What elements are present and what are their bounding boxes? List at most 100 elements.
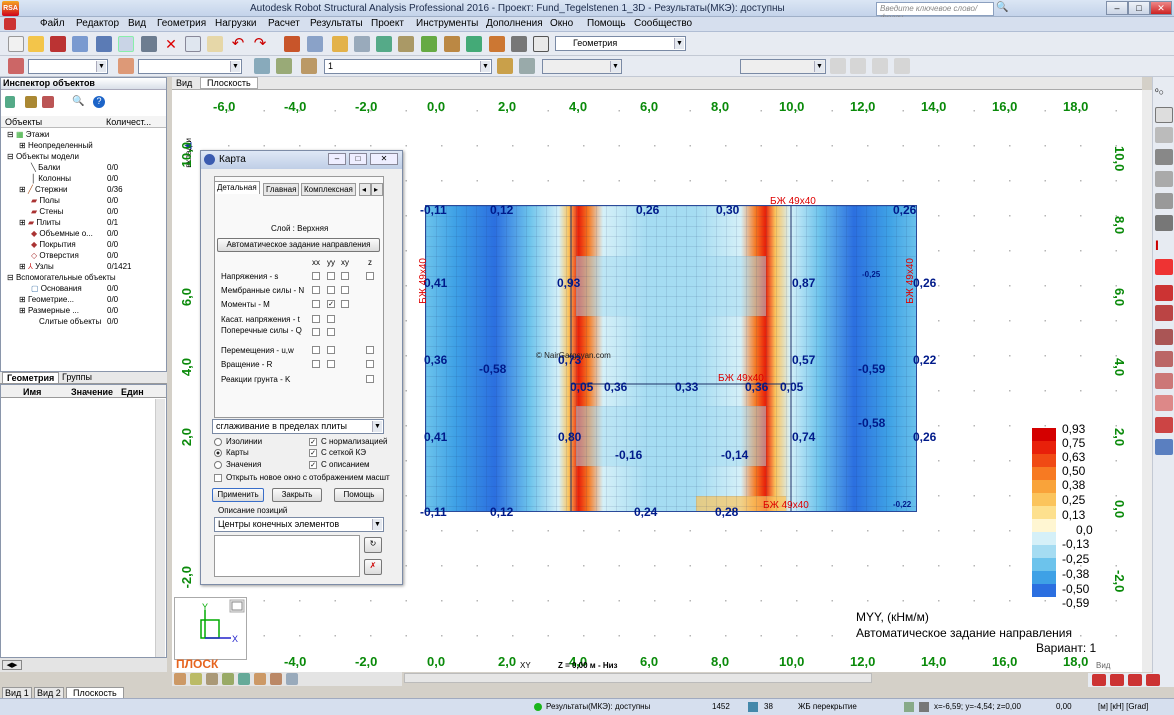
chevron-down-icon[interactable]: ▼ [96, 61, 106, 72]
checkbox[interactable] [341, 286, 349, 294]
load-tool-icon[interactable] [1155, 351, 1173, 367]
tab-view[interactable]: Вид [176, 78, 192, 88]
tree-item[interactable]: ⊞ ▰ Плиты [19, 218, 61, 227]
chevron-down-icon[interactable]: ▼ [814, 61, 824, 72]
menu-project[interactable]: Проект [371, 18, 404, 29]
display-icon[interactable] [830, 58, 846, 74]
menu-edit[interactable]: Редактор [76, 18, 119, 29]
checkbox[interactable] [341, 272, 349, 280]
material-tool-icon[interactable] [1155, 259, 1173, 275]
tree-item[interactable]: ▰ Полы [31, 196, 60, 205]
checkbox-checked[interactable]: ✓ [309, 461, 317, 469]
close-button[interactable]: ✕ [1150, 1, 1172, 15]
offset-tool-icon[interactable] [1155, 329, 1173, 345]
tab-scroll-right-icon[interactable]: ▸ [371, 183, 383, 196]
mesh-tool-icon[interactable] [1155, 417, 1173, 433]
node-tool-icon[interactable]: ⁰○ [1155, 87, 1173, 103]
nav-arrows-icon[interactable]: ◀▶ [2, 660, 22, 670]
checkbox[interactable] [341, 300, 349, 308]
tab-detailed[interactable]: Детальная [214, 181, 260, 194]
view-tool-icon[interactable] [1128, 674, 1142, 686]
close-dialog-button[interactable]: Закрыть [272, 488, 322, 502]
tree-item[interactable]: ◆ Объемные о... [31, 229, 93, 238]
tree-expander-icon[interactable]: ⊟ [7, 152, 14, 161]
tree-item[interactable]: ⊞ ⅄ Узлы [19, 262, 54, 271]
checkbox[interactable] [366, 272, 374, 280]
help-icon[interactable]: ? [93, 96, 105, 108]
vertical-scrollbar[interactable] [1142, 90, 1152, 672]
case-dropdown[interactable]: 1 ▼ [324, 59, 492, 74]
checkbox[interactable] [312, 360, 320, 368]
tree-expander-icon[interactable]: ⊟ [7, 130, 14, 139]
checkbox[interactable] [327, 272, 335, 280]
undo-icon[interactable]: ↶ [230, 36, 246, 52]
bar-tool-icon[interactable] [1155, 107, 1173, 123]
design-icon[interactable] [489, 36, 505, 52]
checkbox[interactable] [327, 346, 335, 354]
radio-isolines[interactable] [214, 438, 222, 446]
view-tool-icon[interactable] [1110, 674, 1124, 686]
positions-dropdown[interactable]: Центры конечных элементов ▼ [214, 517, 384, 532]
view-icon[interactable] [270, 673, 282, 685]
checkbox[interactable] [312, 300, 320, 308]
chevron-down-icon[interactable]: ▼ [372, 519, 382, 530]
checkbox[interactable] [327, 328, 335, 336]
print-icon[interactable] [72, 36, 88, 52]
refresh-icon[interactable]: ↻ [364, 537, 382, 553]
tree-item[interactable]: ⊞ ╱ Стержни [19, 185, 68, 194]
view-icon[interactable] [286, 673, 298, 685]
view-icon[interactable] [238, 673, 250, 685]
chevron-down-icon[interactable]: ▼ [610, 61, 620, 72]
zoom-window-icon[interactable] [376, 36, 392, 52]
section-icon[interactable] [421, 36, 437, 52]
view-tool-icon[interactable] [1146, 674, 1160, 686]
attributes-icon[interactable] [872, 58, 888, 74]
grid-icon[interactable] [894, 58, 910, 74]
zoom-icon[interactable] [354, 36, 370, 52]
release-tool-icon[interactable] [1155, 305, 1173, 321]
tab-groups[interactable]: Группы [58, 372, 96, 382]
loads-icon[interactable] [444, 36, 460, 52]
beam-tool-icon[interactable] [1155, 149, 1173, 165]
checkbox[interactable] [327, 360, 335, 368]
table-icon[interactable] [307, 36, 323, 52]
maximize-button[interactable]: □ [349, 153, 367, 165]
diagram-icon[interactable] [466, 36, 482, 52]
cut-icon[interactable]: ✕ [163, 36, 179, 52]
lock-icon[interactable] [332, 36, 348, 52]
app-icon[interactable]: RSA [2, 1, 19, 16]
view-icon[interactable] [254, 673, 266, 685]
mode-dropdown[interactable]: ▼ [542, 59, 622, 74]
tree-item[interactable]: ▢ Основания [31, 284, 82, 293]
menu-geometry[interactable]: Геометрия [157, 18, 206, 29]
tab-complex[interactable]: Комплексная [301, 183, 356, 196]
tree-item[interactable]: ⊟ ▦ Этажи [7, 130, 49, 139]
save-icon[interactable] [50, 36, 66, 52]
column-tool-icon[interactable] [1155, 127, 1173, 143]
result-map[interactable] [425, 205, 917, 512]
delete-icon[interactable]: ✗ [364, 559, 382, 575]
tree-item[interactable]: ⊞ Размерные ... [19, 306, 79, 315]
radio-values[interactable] [214, 461, 222, 469]
calculator-icon[interactable] [284, 36, 300, 52]
menu-addins[interactable]: Дополнения [486, 18, 543, 29]
chevron-down-icon[interactable]: ▼ [230, 61, 240, 72]
checkbox[interactable] [366, 346, 374, 354]
tree-item[interactable]: ◆ Покрытия [31, 240, 76, 249]
menu-tools[interactable]: Инструменты [416, 18, 478, 29]
tree-item[interactable]: │ Колонны [31, 174, 71, 183]
panel-icon[interactable] [254, 58, 270, 74]
grid-snap-icon[interactable] [919, 702, 929, 712]
load-case-icon[interactable] [301, 58, 317, 74]
tab-geometry[interactable]: Геометрия [2, 372, 60, 384]
snap-icon[interactable] [904, 702, 914, 712]
checkbox-checked[interactable]: ✓ [309, 438, 317, 446]
menu-help[interactable]: Помощь [587, 18, 626, 29]
horizontal-scrollbar[interactable] [404, 673, 872, 683]
checkbox[interactable] [366, 360, 374, 368]
camera-icon[interactable] [141, 36, 157, 52]
chevron-down-icon[interactable]: ▼ [372, 421, 382, 432]
view-icon[interactable] [190, 673, 202, 685]
tree-expander-icon[interactable]: ⊞ [19, 141, 26, 150]
tab-main[interactable]: Главная [263, 183, 300, 196]
